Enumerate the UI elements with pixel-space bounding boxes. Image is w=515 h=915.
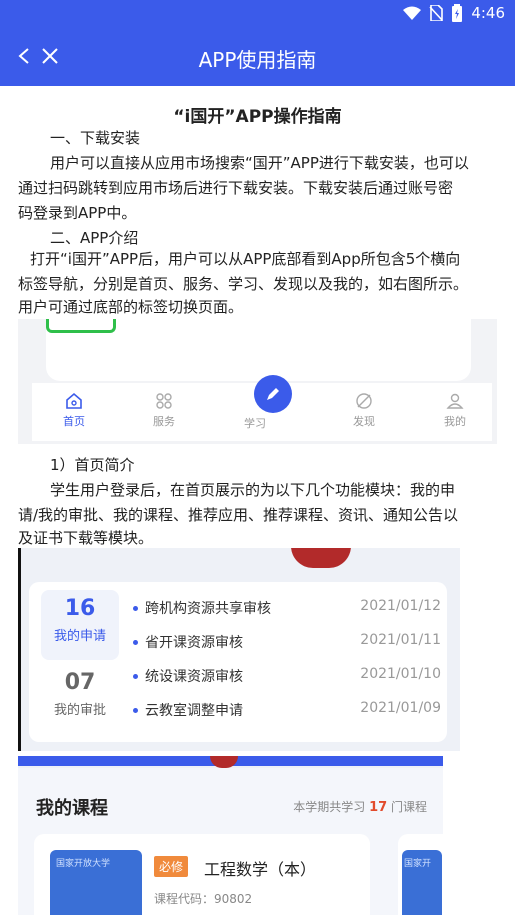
bottom-tab-bar: 首页 服务 学习 发现 我的 [32,375,492,441]
tab-label: 学习 [244,417,266,430]
green-frame [46,319,116,333]
courses-title: 我的课程 [36,798,108,819]
my-requests-count: 16 [64,596,96,621]
pen-icon [267,388,279,400]
status-icons: 4:46 [403,4,505,22]
approvals-panel: 16 我的申请 07 我的审批 跨机构资源共享审核 2021/01/12 省开课… [29,582,447,742]
course-thumbnail: 国家开 [402,850,442,915]
tab-label: 服务 [153,415,175,428]
bullet-icon [133,606,138,611]
approval-item: 云教室调整申请 2021/01/09 [133,700,441,722]
section1-body-line: 用户可以直接从应用市场搜索“国开”APP进行下载安装，也可以 [50,154,469,172]
approval-item: 跨机构资源共享审核 2021/01/12 [133,598,441,620]
my-approvals-label: 我的审批 [53,703,106,718]
approval-title: 统设课资源审核 [145,669,243,685]
my-approvals-count: 07 [64,670,96,695]
section3-heading: 1）首页简介 [50,456,135,474]
page-title: APP使用指南 [198,48,317,72]
compass-icon [356,393,372,409]
tab-label: 我的 [444,415,466,428]
decorative-shape [210,756,238,768]
top-nav-bar: APP使用指南 [0,28,515,86]
course-card: 国家开放大学 必修 工程数学（本） 课程代码：90802 [34,834,370,915]
section2-body-line: 打开“i国开”APP后，用户可以从APP底部看到App所包含5个横向 [30,250,461,268]
study-fab [254,375,292,413]
section2-body-line: 用户可通过底部的标签切换页面。 [18,298,244,316]
course-code: 课程代码：90802 [154,892,253,906]
courses-summary: 本学期共学习 17 门课程 [293,798,427,815]
approval-date: 2021/01/12 [360,598,441,614]
tab-study: 学习 [225,415,285,431]
status-bar: 4:46 [0,0,515,28]
tab-bar-screenshot: 首页 服务 学习 发现 我的 [18,319,497,444]
courses-summary-prefix: 本学期共学习 [293,800,366,814]
tab-home: 首页 [44,391,104,429]
section3-body-line: 请/我的审批、我的课程、推荐应用、推荐课程、资讯、通知公告以 [18,506,459,524]
course-card: 国家开 [398,834,443,915]
approval-title: 省开课资源审核 [145,635,243,651]
approval-date: 2021/01/11 [360,632,441,648]
battery-icon [452,4,463,22]
tab-service: 服务 [134,391,194,429]
bullet-icon [133,708,138,713]
section1-heading: 一、下载安装 [50,129,141,147]
grid-icon [156,393,172,409]
section2-body-line: 标签导航，分别是首页、服务、学习、发现以及我的，如右图所示。 [18,275,469,293]
bullet-icon [133,674,138,679]
thumbnail-text: 国家开放大学 [56,859,111,869]
decorative-shape [291,548,351,568]
my-approvals-stat: 07 我的审批 [41,664,119,734]
course-thumbnail: 国家开放大学 [50,850,142,915]
course-name: 工程数学（本） [204,860,317,879]
tab-label: 首页 [63,415,85,428]
courses-summary-suffix: 门课程 [390,800,427,814]
section3-body-line: 学生用户登录后，在首页展示的为以下几个功能模块：我的申 [50,481,456,499]
required-tag: 必修 [154,856,189,877]
tab-discover: 发现 [334,391,394,429]
doc-title: “i国开”APP操作指南 [173,107,342,127]
my-requests-label: 我的申请 [53,629,106,644]
user-icon [446,393,464,409]
status-time: 4:46 [471,4,505,22]
thumbnail-text: 国家开 [404,859,432,869]
approval-date: 2021/01/10 [360,666,441,682]
courses-screenshot: 我的课程 本学期共学习 17 门课程 国家开放大学 必修 工程数学（本） 课程代… [18,756,443,915]
tab-label: 发现 [353,415,375,428]
approval-title: 跨机构资源共享审核 [145,601,271,617]
home-icon [66,392,82,409]
approval-item: 统设课资源审核 2021/01/10 [133,666,441,688]
bullet-icon [133,640,138,645]
no-sim-icon [429,5,444,21]
approval-date: 2021/01/09 [360,700,441,716]
approval-item: 省开课资源审核 2021/01/11 [133,632,441,654]
approval-title: 云教室调整申请 [145,703,243,719]
wifi-icon [403,6,422,20]
section1-body-line: 通过扫码跳转到应用市场后进行下载安装。下载安装后通过账号密 [18,179,454,197]
tab-mine: 我的 [425,391,485,429]
courses-count: 17 [369,800,388,815]
approvals-screenshot: 16 我的申请 07 我的审批 跨机构资源共享审核 2021/01/12 省开课… [18,548,460,751]
section1-body-line: 码登录到APP中。 [18,204,137,222]
my-requests-stat: 16 我的申请 [41,590,119,660]
